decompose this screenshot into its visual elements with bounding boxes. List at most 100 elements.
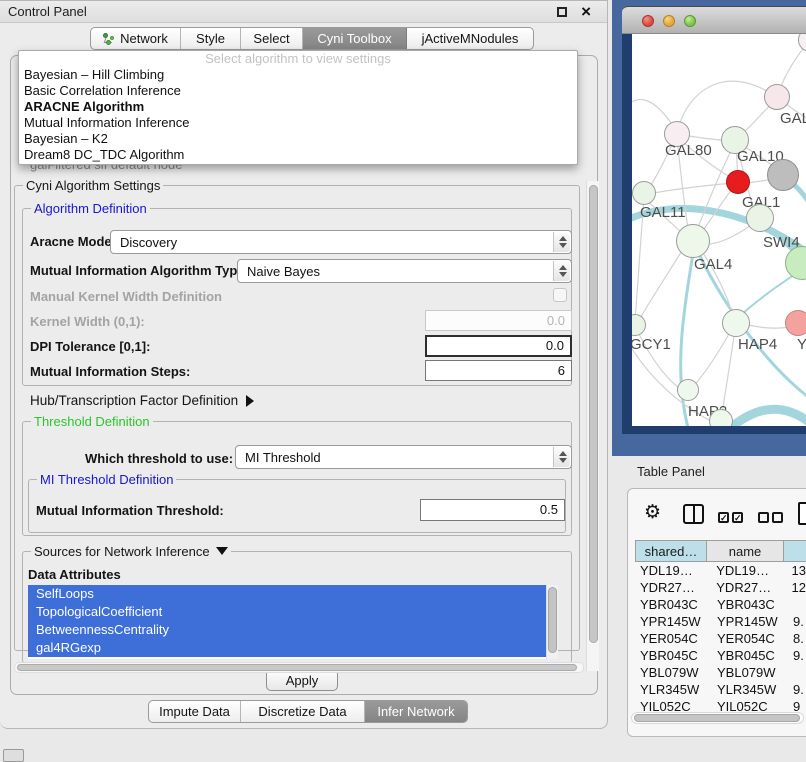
kernel-width-field[interactable]: 0.0 (425, 310, 572, 331)
network-node-y[interactable] (785, 310, 806, 336)
algorithm-option-basic-correlation-inference[interactable]: Basic Correlation Inference (19, 83, 577, 99)
settings-horizontal-scrollbar[interactable] (14, 662, 584, 673)
checked-checkbox-icon[interactable]: ✓ (732, 512, 743, 523)
network-node-gal4[interactable] (676, 224, 710, 258)
table-cell: 8. (784, 630, 804, 647)
network-node[interactable] (767, 159, 799, 191)
tab-select[interactable]: Select (241, 28, 303, 49)
column-header-cut[interactable] (784, 540, 806, 562)
scrollbar-thumb[interactable] (634, 714, 800, 722)
hidden-combo-sliver: galFiltered sif default node (30, 165, 570, 174)
gear-icon[interactable]: ⚙ (644, 501, 661, 523)
hub-definition-toggle[interactable]: Hub/Transcription Factor Definition (30, 393, 254, 408)
mi-type-select[interactable]: Naive Bayes (237, 259, 572, 283)
kernel-width-label: Kernel Width (0,1): (30, 314, 145, 329)
stepper-arrows-icon[interactable] (553, 232, 570, 252)
column-header-shared[interactable]: shared… (635, 540, 707, 562)
node-label-hap4: HAP4 (738, 336, 777, 353)
expanded-arrow-icon (216, 547, 228, 555)
dpi-tolerance-field[interactable]: 0.0 (425, 335, 572, 357)
algorithm-option-bayesian-k2[interactable]: Bayesian – K2 (19, 131, 577, 147)
table-rows: YDL19…YDL19…13YDR27…YDR27…12YBR043CYBR04… (635, 562, 806, 711)
checked-checkbox-icon[interactable]: ✓ (718, 512, 729, 523)
minimized-panel-icon[interactable] (3, 749, 24, 762)
split-columns-icon[interactable] (683, 504, 704, 524)
stepper-arrows-icon[interactable] (553, 261, 570, 281)
close-traffic-light-icon[interactable] (642, 15, 654, 27)
tab-discretize-data[interactable]: Discretize Data (241, 701, 365, 722)
collapsed-arrow-icon (246, 395, 254, 407)
network-window-titlebar[interactable] (622, 6, 806, 34)
which-threshold-select[interactable]: MI Threshold (235, 445, 572, 469)
aracne-mode-select[interactable]: Discovery (110, 230, 572, 254)
unchecked-checkbox-icon[interactable] (758, 512, 769, 523)
column-header-name[interactable]: name (707, 540, 784, 562)
tab-style[interactable]: Style (181, 28, 241, 49)
tab-label: Style (196, 31, 225, 46)
network-node-gal1[interactable] (726, 170, 750, 194)
tab-network[interactable]: Network (91, 28, 181, 49)
table-cell: YPR145W (635, 613, 707, 630)
stepper-arrows-icon[interactable] (553, 447, 570, 467)
network-node-hap2[interactable] (677, 379, 699, 401)
attribute-list-scrollbar[interactable] (546, 585, 558, 659)
hub-definition-label: Hub/Transcription Factor Definition (30, 393, 238, 408)
screen: Control Panel × NetworkStyleSelectCyni T… (0, 0, 806, 762)
table-cell: YBR045C (707, 647, 784, 664)
table-cell: YDL19… (706, 562, 782, 579)
network-node-swi4[interactable] (746, 204, 774, 232)
scrollbar-thumb[interactable] (17, 664, 577, 671)
mi-type-label: Mutual Information Algorithm Type: (30, 263, 249, 278)
tab-impute-data[interactable]: Impute Data (149, 701, 241, 722)
float-window-icon[interactable] (557, 7, 567, 17)
minimize-traffic-light-icon[interactable] (663, 15, 675, 27)
hidden-combo-text: galFiltered sif default node (30, 165, 182, 172)
document-icon[interactable] (798, 502, 806, 525)
settings-vertical-scrollbar[interactable] (586, 181, 599, 671)
tab-infer-network[interactable]: Infer Network (365, 701, 467, 722)
manual-kernel-checkbox[interactable] (553, 288, 567, 302)
tab-jactivemnodules[interactable]: jActiveMNodules (407, 28, 533, 49)
data-attributes-list[interactable]: SelfLoopsTopologicalCoefficientBetweenne… (28, 585, 558, 659)
algorithm-option-dream8-dc-tdc-algorithm[interactable]: Dream8 DC_TDC Algorithm (19, 147, 577, 163)
algorithm-popup: Select algorithm to view settingsBayesia… (18, 50, 578, 165)
table-cell (784, 664, 793, 681)
node-label-gal80: GAL80 (665, 142, 712, 159)
close-icon[interactable]: × (581, 2, 591, 22)
table-row[interactable]: YER054CYER054C8. (635, 630, 806, 647)
table-horizontal-scrollbar[interactable] (631, 712, 804, 724)
tab-cyni-toolbox[interactable]: Cyni Toolbox (303, 28, 407, 49)
mi-threshold-field[interactable]: 0.5 (420, 499, 565, 521)
attribute-item-betweennesscentrality[interactable]: BetweennessCentrality (28, 621, 546, 639)
zoom-traffic-light-icon[interactable] (684, 15, 696, 27)
algorithm-option-aracne-algorithm[interactable]: ARACNE Algorithm (19, 99, 577, 115)
unchecked-checkbox-icon[interactable] (772, 512, 783, 523)
table-row[interactable]: YPR145WYPR145W9. (635, 613, 806, 630)
table-cell: YDR27… (635, 579, 706, 596)
table-row[interactable]: YIL052CYIL052C9 (635, 698, 806, 711)
network-node[interactable] (709, 409, 733, 426)
mi-steps-field[interactable]: 6 (425, 360, 572, 381)
network-node-hap4[interactable] (722, 309, 750, 337)
algorithm-option-bayesian-hill-climbing[interactable]: Bayesian – Hill Climbing (19, 67, 577, 83)
attribute-item-topologicalcoefficient[interactable]: TopologicalCoefficient (28, 603, 546, 621)
table-row[interactable]: YDR27…YDR27…12 (635, 579, 806, 596)
table-cell: YBL079W (707, 664, 784, 681)
table-row[interactable]: YBL079WYBL079W (635, 664, 806, 681)
algorithm-option-mutual-information-inference[interactable]: Mutual Information Inference (19, 115, 577, 131)
table-row[interactable]: YBR043CYBR043C (635, 596, 806, 613)
attribute-item-selfloops[interactable]: SelfLoops (28, 585, 546, 603)
network-node-gal[interactable] (764, 84, 790, 110)
table-row[interactable]: YDL19…YDL19…13 (635, 562, 806, 579)
algorithm-definition-title: Algorithm Definition (31, 201, 150, 216)
scrollbar-thumb[interactable] (548, 587, 557, 653)
network-node-gal11[interactable] (632, 181, 656, 205)
scrollbar-thumb[interactable] (589, 185, 598, 643)
table-row[interactable]: YLR345WYLR345W9. (635, 681, 806, 698)
mi-steps-label: Mutual Information Steps: (30, 364, 190, 379)
sources-title[interactable]: Sources for Network Inference (31, 544, 231, 559)
table-row[interactable]: YBR045CYBR045C9. (635, 647, 806, 664)
attribute-item-gal4rgexp[interactable]: gal4RGexp (28, 639, 546, 657)
network-canvas[interactable]: GALGAL80GAL10GAL1GAL11SWI4GAL4GCY1HAP4YH… (632, 34, 806, 426)
table-cell: 12 (783, 579, 806, 596)
